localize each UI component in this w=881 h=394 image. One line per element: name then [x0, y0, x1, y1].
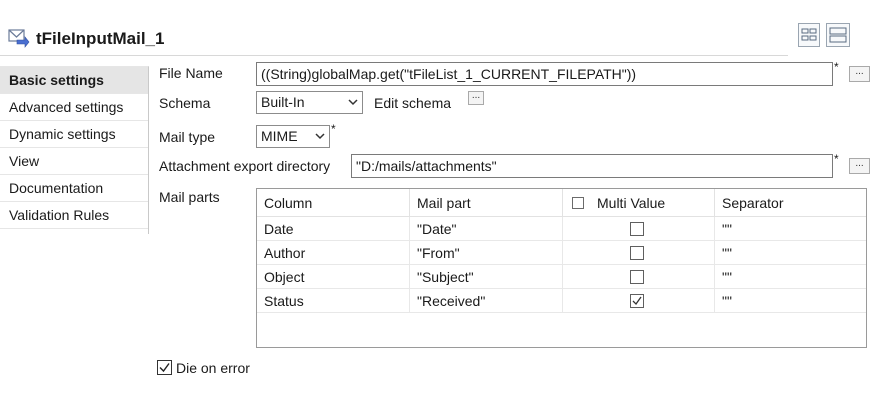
- sidebar-item-documentation[interactable]: Documentation: [0, 175, 148, 202]
- multi-value-select-all-checkbox[interactable]: [572, 197, 584, 209]
- list-view-button[interactable]: [826, 23, 850, 47]
- cell-separator[interactable]: "": [715, 217, 866, 241]
- column-header-multi-value-label: Multi Value: [597, 195, 666, 211]
- file-name-browse-button[interactable]: ...: [849, 66, 870, 82]
- cell-separator[interactable]: "": [715, 289, 866, 313]
- cell-multi-value: [563, 217, 715, 241]
- mail-parts-label: Mail parts: [159, 189, 220, 205]
- attachment-dir-required-mark: *: [834, 152, 839, 166]
- list-view-icon: [829, 27, 847, 43]
- cell-mail-part[interactable]: "Date": [410, 217, 563, 241]
- attachment-dir-input[interactable]: "D:/mails/attachments": [351, 154, 833, 178]
- cell-multi-value: [563, 241, 715, 265]
- mail-type-required-mark: *: [331, 122, 336, 136]
- check-icon: [632, 296, 642, 306]
- sidebar-item-view[interactable]: View: [0, 148, 148, 175]
- sidebar-item-advanced-settings[interactable]: Advanced settings: [0, 94, 148, 121]
- attachment-dir-label: Attachment export directory: [159, 158, 331, 174]
- sidebar-item-basic-settings[interactable]: Basic settings: [0, 67, 148, 94]
- column-header-separator[interactable]: Separator: [715, 189, 866, 217]
- die-on-error-checkbox[interactable]: [157, 360, 172, 375]
- multi-value-checkbox[interactable]: [630, 246, 644, 260]
- sidebar-item-validation-rules[interactable]: Validation Rules: [0, 202, 148, 229]
- cell-mail-part[interactable]: "Received": [410, 289, 563, 313]
- cell-mail-part[interactable]: "From": [410, 241, 563, 265]
- edit-schema-button[interactable]: ...: [468, 91, 484, 105]
- header-divider: [0, 55, 788, 56]
- multi-value-checkbox[interactable]: [630, 270, 644, 284]
- column-header-mail-part[interactable]: Mail part: [410, 189, 563, 217]
- cell-column[interactable]: Status: [257, 289, 410, 313]
- file-name-label: File Name: [159, 65, 223, 81]
- mail-type-select[interactable]: MIME: [256, 125, 330, 148]
- cell-mail-part[interactable]: "Subject": [410, 265, 563, 289]
- schema-label: Schema: [159, 95, 211, 111]
- edit-schema-label: Edit schema: [374, 95, 452, 111]
- sidebar-item-dynamic-settings[interactable]: Dynamic settings: [0, 121, 148, 148]
- multi-value-checkbox[interactable]: [630, 222, 644, 236]
- grid-view-button[interactable]: [798, 23, 820, 47]
- mail-type-select-value: MIME: [261, 128, 298, 144]
- mail-parts-table: Column Mail part Multi Value Separator D…: [256, 188, 867, 348]
- cell-column[interactable]: Object: [257, 265, 410, 289]
- multi-value-checkbox[interactable]: [630, 294, 644, 308]
- chevron-down-icon: [348, 99, 358, 106]
- chevron-down-icon: [315, 133, 325, 140]
- column-header-multi-value[interactable]: Multi Value: [563, 189, 715, 217]
- cell-separator[interactable]: "": [715, 265, 866, 289]
- component-title: tFileInputMail_1: [36, 29, 165, 48]
- cell-multi-value: [563, 289, 715, 313]
- mail-input-icon: [8, 29, 30, 48]
- cell-separator[interactable]: "": [715, 241, 866, 265]
- cell-multi-value: [563, 265, 715, 289]
- check-icon: [159, 363, 170, 373]
- attachment-dir-browse-button[interactable]: ...: [849, 158, 870, 174]
- settings-sidebar: Basic settings Advanced settings Dynamic…: [0, 66, 149, 234]
- schema-select[interactable]: Built-In: [256, 91, 363, 114]
- component-header: tFileInputMail_1: [0, 0, 881, 60]
- cell-column[interactable]: Author: [257, 241, 410, 265]
- die-on-error-label: Die on error: [176, 360, 250, 376]
- schema-select-value: Built-In: [261, 94, 305, 110]
- mail-type-label: Mail type: [159, 129, 216, 145]
- file-name-required-mark: *: [834, 60, 839, 74]
- column-header-column[interactable]: Column: [257, 189, 410, 217]
- cell-column[interactable]: Date: [257, 217, 410, 241]
- file-name-input[interactable]: ((String)globalMap.get("tFileList_1_CURR…: [256, 62, 833, 86]
- grid-view-icon: [801, 28, 817, 41]
